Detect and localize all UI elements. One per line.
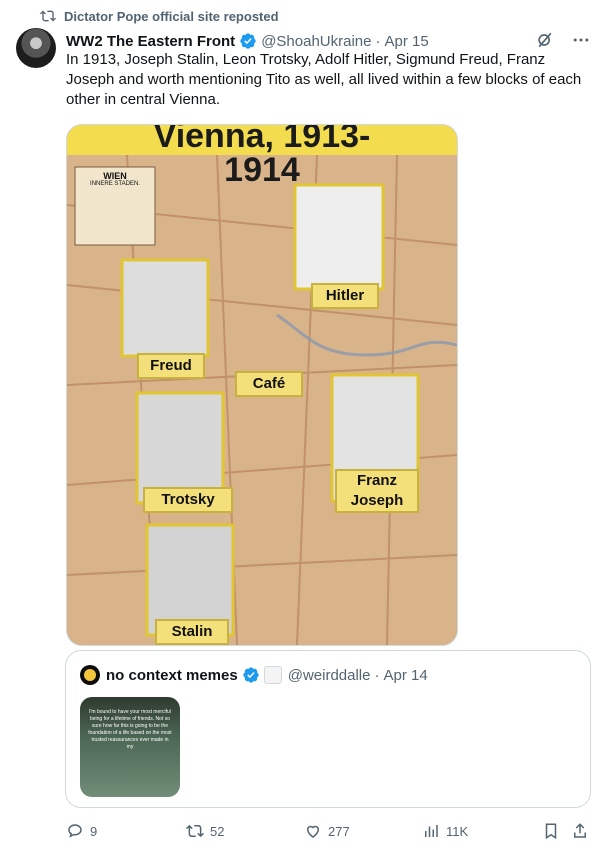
quoted-author-handle: @weirddalle <box>287 666 371 684</box>
separator-dot: · <box>375 32 381 50</box>
repost-icon <box>40 10 56 22</box>
label-freud: Freud <box>137 353 205 379</box>
more-options-icon[interactable] <box>571 30 591 50</box>
quoted-tweet-header: no context memes @weirddalle · Apr 14 <box>80 665 428 685</box>
quoted-avatar <box>80 665 100 685</box>
label-franz-joseph: Franz Joseph <box>335 469 419 513</box>
views-count: 11K <box>446 823 469 839</box>
tweet-actions: 9 52 277 11K <box>66 822 591 842</box>
label-hitler: Hitler <box>311 283 379 309</box>
heart-icon <box>306 825 320 838</box>
quoted-tweet-date: Apr 14 <box>383 666 428 684</box>
quoted-media-caption: I'm bound to have your most merciful bei… <box>88 709 172 750</box>
map-legend-title: WIEN <box>103 171 127 181</box>
bookmark-button[interactable] <box>542 822 566 840</box>
share-button[interactable] <box>571 822 595 840</box>
share-icon <box>574 823 586 838</box>
repost-indicator[interactable]: Dictator Pope official site reposted <box>40 8 279 24</box>
like-button[interactable]: 277 <box>304 822 350 840</box>
quoted-tweet[interactable]: no context memes @weirddalle · Apr 14 I'… <box>65 650 591 808</box>
verified-badge-icon <box>243 667 259 683</box>
quoted-author-name: no context memes <box>106 666 238 684</box>
tweet-image[interactable]: Vienna, 1913-1914 WIEN INNERE STADEN. Hi… <box>66 124 458 646</box>
affiliate-badge-icon <box>263 666 282 684</box>
reply-button[interactable]: 9 <box>66 822 97 840</box>
repost-text: Dictator Pope official site reposted <box>64 8 279 24</box>
views-icon <box>425 825 438 837</box>
separator-dot: · <box>374 666 380 684</box>
bookmark-icon <box>545 823 557 840</box>
repost-count: 52 <box>210 823 225 839</box>
author-handle[interactable]: @ShoahUkraine <box>261 33 371 50</box>
author-name[interactable]: WW2 The Eastern Front <box>66 33 235 50</box>
verified-badge-icon <box>240 33 256 49</box>
image-title: Vienna, 1913-1914 <box>153 124 371 189</box>
repost-icon <box>186 824 204 838</box>
label-cafe: Café <box>235 371 303 397</box>
author-avatar[interactable] <box>16 28 56 68</box>
tweet-date[interactable]: Apr 15 <box>384 33 428 50</box>
label-stalin: Stalin <box>155 619 229 645</box>
repost-button[interactable]: 52 <box>186 822 224 840</box>
grok-icon[interactable] <box>535 30 555 50</box>
reply-count: 9 <box>90 823 98 839</box>
map-legend-subtitle: INNERE STADEN. <box>90 181 140 187</box>
reply-icon <box>68 824 82 838</box>
label-trotsky: Trotsky <box>143 487 233 513</box>
quoted-media-thumbnail[interactable]: I'm bound to have your most merciful bei… <box>80 697 180 797</box>
tweet-header: WW2 The Eastern Front @ShoahUkraine · Ap… <box>66 30 591 52</box>
views-button[interactable]: 11K <box>422 822 468 840</box>
like-count: 277 <box>328 823 350 839</box>
tweet-text: In 1913, Joseph Stalin, Leon Trotsky, Ad… <box>66 51 582 108</box>
